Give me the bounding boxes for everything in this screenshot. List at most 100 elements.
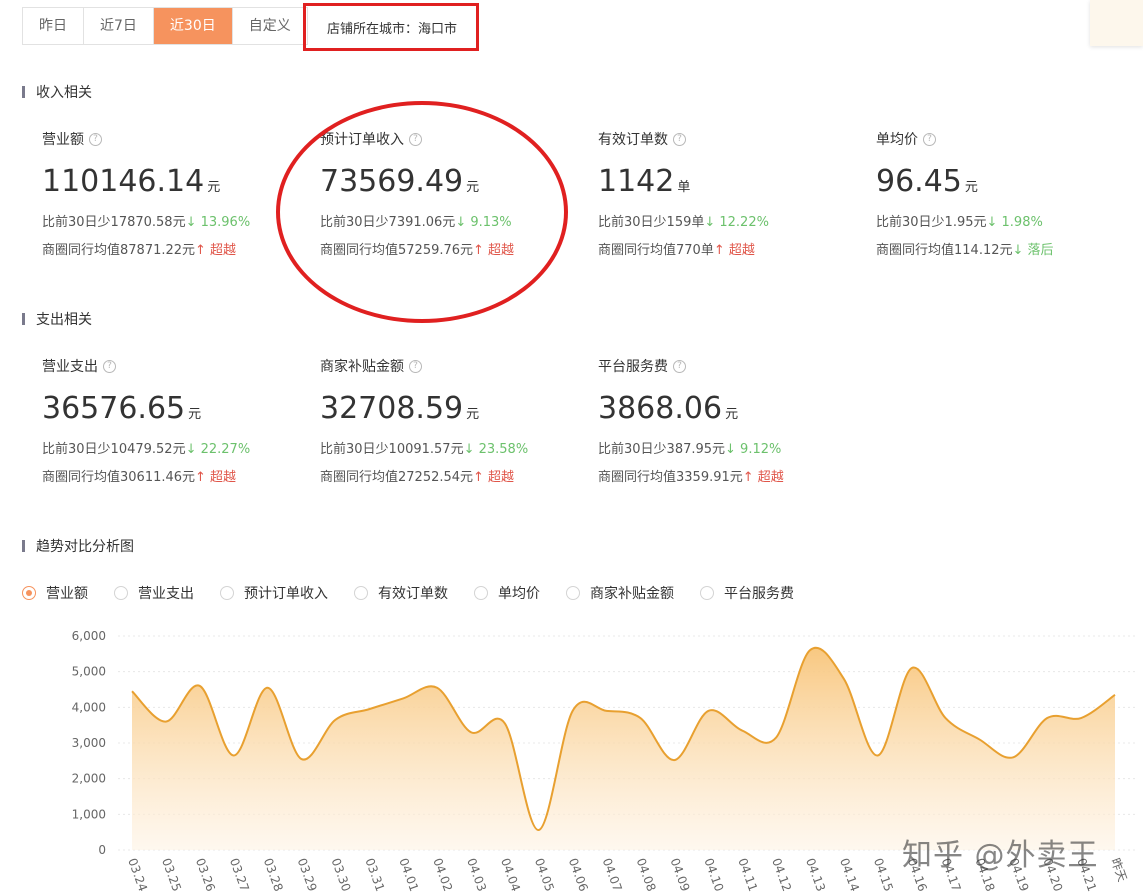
- y-tick-label: 5,000: [72, 665, 106, 679]
- date-range-tabs: 昨日 近7日 近30日 自定义: [22, 7, 308, 45]
- help-icon[interactable]: ?: [103, 359, 116, 373]
- radio-revenue[interactable]: 营业额: [22, 583, 88, 603]
- metric-compare-pct: ↓ 12.22%: [704, 215, 769, 230]
- metric-unit: 元: [466, 180, 480, 195]
- y-tick-label: 0: [98, 843, 106, 857]
- x-tick-label: 04.12: [769, 856, 794, 893]
- metric-peer-avg: 商圈同行均值87871.22元: [42, 243, 196, 258]
- radio-dot-icon: [474, 586, 488, 600]
- series-area: [132, 647, 1115, 850]
- radio-label: 有效订单数: [378, 586, 448, 602]
- metric-revenue: 营业额? 110146.14 元 比前30日少17870.58元↓ 13.96% …: [42, 130, 250, 259]
- section-income-title: 收入相关: [36, 85, 92, 101]
- metric-label: 预计订单收入: [320, 132, 404, 148]
- metric-label: 有效订单数: [598, 132, 668, 148]
- x-tick-label: 03.30: [329, 856, 354, 893]
- metric-value: 32708.59: [320, 391, 464, 426]
- metric-value: 36576.65: [42, 391, 186, 426]
- section-marker: [22, 86, 25, 98]
- metric-compare-pct: ↓ 13.96%: [185, 215, 251, 230]
- metric-unit: 元: [188, 407, 202, 422]
- metric-unit: 元: [207, 180, 221, 195]
- x-tick-label: 04.15: [871, 856, 896, 893]
- x-tick-label: 03.24: [125, 856, 150, 893]
- radio-avg-order-price[interactable]: 单均价: [474, 583, 540, 603]
- metric-compare-pct: ↓ 9.12%: [725, 442, 782, 457]
- metric-compare-pct: ↓ 23.58%: [463, 442, 529, 457]
- metric-compare-text: 比前30日少10091.57元: [320, 442, 464, 457]
- radio-label: 单均价: [498, 586, 540, 602]
- metric-operating-expense: 营业支出? 36576.65 元 比前30日少10479.52元↓ 22.27% …: [42, 357, 250, 486]
- metric-compare-text: 比前30日少7391.06元: [320, 215, 456, 230]
- section-marker: [22, 540, 25, 552]
- radio-label: 平台服务费: [724, 586, 794, 602]
- x-tick-label: 04.09: [668, 856, 693, 893]
- x-tick-label: 04.14: [837, 856, 862, 893]
- metric-peer-avg: 商圈同行均值3359.91元: [598, 470, 743, 485]
- metric-peer-avg: 商圈同行均值770单: [598, 243, 714, 258]
- x-tick-label: 04.04: [498, 856, 523, 893]
- metric-compare-text: 比前30日少387.95元: [598, 442, 726, 457]
- help-icon[interactable]: ?: [923, 132, 936, 146]
- metric-peer-avg: 商圈同行均值57259.76元: [320, 243, 474, 258]
- metric-unit: 元: [725, 407, 739, 422]
- x-tick-label: 03.29: [295, 856, 320, 893]
- y-tick-label: 1,000: [72, 807, 106, 821]
- help-icon[interactable]: ?: [409, 359, 422, 373]
- x-tick-label: 03.27: [227, 856, 252, 893]
- x-tick-label: 04.13: [803, 856, 828, 893]
- metric-valid-orders: 有效订单数? 1142 单 比前30日少159单↓ 12.22% 商圈同行均值77…: [598, 130, 769, 259]
- metric-compare-text: 比前30日少159单: [598, 215, 705, 230]
- help-icon[interactable]: ?: [409, 132, 422, 146]
- radio-operating-expense[interactable]: 营业支出: [114, 583, 194, 603]
- radio-merchant-subsidy[interactable]: 商家补贴金额: [566, 583, 674, 603]
- metric-label: 商家补贴金额: [320, 359, 404, 375]
- metric-compare-pct: ↓ 22.27%: [185, 442, 251, 457]
- y-tick-label: 4,000: [72, 700, 106, 714]
- radio-dot-icon: [566, 586, 580, 600]
- radio-label: 营业支出: [138, 586, 194, 602]
- trend-metric-selector: 营业额 营业支出 预计订单收入 有效订单数 单均价 商家补贴金额 平台服务费: [22, 583, 820, 603]
- metric-peer-status: ↑ 超越: [473, 470, 515, 485]
- metric-value: 1142: [598, 164, 675, 199]
- tab-yesterday[interactable]: 昨日: [23, 8, 84, 44]
- radio-valid-orders[interactable]: 有效订单数: [354, 583, 448, 603]
- radio-dot-icon: [354, 586, 368, 600]
- x-tick-label: 03.25: [159, 856, 184, 893]
- section-expense: 支出相关: [22, 309, 92, 329]
- metric-peer-status: ↑ 超越: [473, 243, 515, 258]
- radio-dot-icon: [700, 586, 714, 600]
- metric-compare-pct: ↓ 1.98%: [986, 215, 1043, 230]
- y-tick-label: 3,000: [72, 736, 106, 750]
- help-icon[interactable]: ?: [673, 359, 686, 373]
- radio-dot-icon: [220, 586, 234, 600]
- x-tick-label: 昨天: [1108, 856, 1129, 883]
- tab-last-7-days[interactable]: 近7日: [84, 8, 154, 44]
- metric-label: 营业支出: [42, 359, 98, 375]
- metric-avg-order-price: 单均价? 96.45 元 比前30日少1.95元↓ 1.98% 商圈同行均值114…: [876, 130, 1054, 259]
- x-tick-label: 04.02: [430, 856, 455, 893]
- help-icon[interactable]: ?: [89, 132, 102, 146]
- metric-label: 单均价: [876, 132, 918, 148]
- x-tick-label: 04.11: [735, 856, 760, 893]
- radio-label: 营业额: [46, 586, 88, 602]
- metric-merchant-subsidy: 商家补贴金额? 32708.59 元 比前30日少10091.57元↓ 23.58…: [320, 357, 528, 486]
- x-tick-label: 04.03: [464, 856, 489, 893]
- metric-peer-avg: 商圈同行均值27252.54元: [320, 470, 474, 485]
- radio-expected-order-income[interactable]: 预计订单收入: [220, 583, 328, 603]
- x-tick-label: 03.31: [362, 856, 387, 893]
- store-city-label: 店铺所在城市：海口市: [303, 3, 479, 51]
- metric-unit: 单: [677, 180, 691, 195]
- help-icon[interactable]: ?: [673, 132, 686, 146]
- tab-custom[interactable]: 自定义: [233, 8, 307, 44]
- metric-peer-status: ↑ 超越: [713, 243, 755, 258]
- radio-dot-icon: [114, 586, 128, 600]
- metric-value: 110146.14: [42, 164, 205, 199]
- radio-platform-fee[interactable]: 平台服务费: [700, 583, 794, 603]
- section-trend: 趋势对比分析图: [22, 536, 134, 556]
- metric-value: 96.45: [876, 164, 962, 199]
- metric-unit: 元: [466, 407, 480, 422]
- metric-peer-status: ↑ 超越: [742, 470, 784, 485]
- metric-platform-fee: 平台服务费? 3868.06 元 比前30日少387.95元↓ 9.12% 商圈同…: [598, 357, 784, 486]
- tab-last-30-days[interactable]: 近30日: [153, 8, 233, 44]
